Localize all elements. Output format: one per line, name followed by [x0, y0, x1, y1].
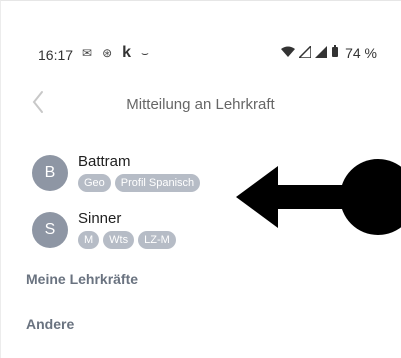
status-icons-right: 74 %	[281, 43, 377, 61]
status-time: 16:17	[38, 47, 74, 63]
subject-tag: LZ-M	[138, 231, 176, 249]
avatar-initial: S	[44, 221, 56, 238]
signal-icon	[297, 43, 312, 61]
subject-tag: Profil Spanisch	[114, 174, 201, 192]
avatar: S	[32, 212, 68, 248]
recipient-name: Battram	[78, 153, 131, 170]
avatar-initial: B	[44, 164, 56, 181]
section-others[interactable]: Andere	[26, 316, 74, 332]
avatar: B	[32, 155, 68, 191]
k-letter-icon: k	[122, 44, 132, 61]
subject-tags: M Wts LZ-M	[78, 231, 176, 249]
battery-level: 74 %	[345, 45, 377, 61]
annotation-arrow-icon	[236, 159, 401, 235]
settings-round-icon: ⊛	[102, 46, 113, 60]
subject-tag: Geo	[78, 174, 111, 192]
subject-tag: Wts	[103, 231, 135, 249]
header: Mitteilung an Lehrkraft	[0, 78, 401, 126]
subject-tags: Geo Profil Spanisch	[78, 174, 201, 192]
page-title: Mitteilung an Lehrkraft	[126, 96, 275, 113]
mail-icon: ✉	[82, 46, 93, 60]
status-bar: 16:17 ✉ ⊛ k ⌣ 74 %	[0, 0, 401, 63]
section-my-teachers[interactable]: Meine Lehrkräfte	[26, 271, 138, 287]
status-icons-left: ✉ ⊛ k ⌣	[82, 45, 149, 61]
signal-icon-2	[315, 45, 328, 61]
subject-tag: M	[78, 231, 100, 249]
recipient-name: Sinner	[78, 210, 122, 227]
wifi-icon	[281, 46, 296, 61]
smile-icon: ⌣	[141, 46, 149, 60]
battery-icon	[331, 45, 339, 61]
